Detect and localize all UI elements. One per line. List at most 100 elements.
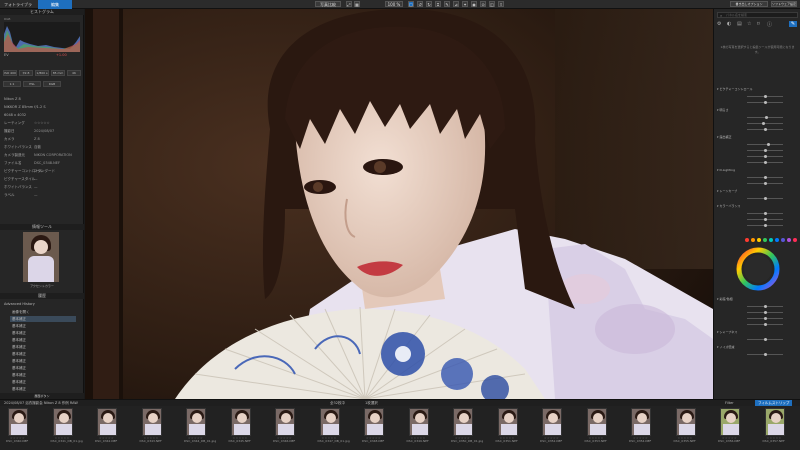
info-button-iso[interactable]: ISO 400 bbox=[3, 70, 17, 76]
color-swatch[interactable] bbox=[757, 238, 761, 242]
color-swatch[interactable] bbox=[775, 238, 779, 242]
color-swatch[interactable] bbox=[769, 238, 773, 242]
filmstrip-thumbnail[interactable] bbox=[141, 408, 162, 436]
rotate-right-icon[interactable]: ↻ bbox=[426, 1, 432, 7]
color-swatch[interactable] bbox=[751, 238, 755, 242]
slider-knob[interactable] bbox=[763, 101, 767, 104]
slider-knob[interactable] bbox=[767, 143, 771, 146]
filmstrip-thumbnail[interactable] bbox=[8, 408, 28, 436]
software-settings-button[interactable]: ソフトウェア設定 bbox=[771, 1, 797, 7]
color-swatch[interactable] bbox=[781, 238, 785, 242]
color-picker-icon[interactable]: ⊙ bbox=[480, 1, 486, 7]
adjust-slider[interactable] bbox=[747, 212, 783, 215]
filmstrip-thumbnail[interactable] bbox=[631, 408, 651, 436]
rotate-left-icon[interactable]: ↺ bbox=[417, 1, 423, 7]
section-header[interactable]: ▾ ノイズ低減 bbox=[717, 345, 798, 350]
slider-knob[interactable] bbox=[763, 338, 767, 341]
adjust-slider[interactable] bbox=[747, 305, 783, 308]
filmstrip-thumbnail[interactable] bbox=[408, 408, 429, 436]
slider-knob[interactable] bbox=[763, 161, 767, 164]
tab-photo-library[interactable]: フォトライブラリ bbox=[0, 0, 38, 16]
info-icon[interactable]: ⓘ bbox=[767, 21, 772, 28]
filmstrip-thumbnail[interactable] bbox=[186, 408, 206, 436]
adjust-icon[interactable]: ⚙ bbox=[717, 21, 721, 27]
adjust-slider[interactable] bbox=[747, 182, 783, 185]
filmstrip-thumbnail[interactable] bbox=[497, 408, 518, 436]
section-header[interactable]: ▾ 彩度/色相 bbox=[717, 297, 798, 302]
slider-knob[interactable] bbox=[763, 197, 767, 200]
filmstrip-thumbnail[interactable] bbox=[586, 408, 607, 436]
filmstrip-thumbnail[interactable] bbox=[275, 408, 295, 436]
slider-knob[interactable] bbox=[763, 323, 767, 326]
section-header[interactable]: ▾ シャープネス bbox=[717, 330, 798, 335]
filmstrip-thumbnail[interactable] bbox=[764, 408, 785, 436]
zoom-select[interactable]: 100 % bbox=[385, 1, 403, 7]
export-icon[interactable]: ⇪ bbox=[498, 1, 504, 7]
slider-knob[interactable] bbox=[765, 116, 769, 119]
single-view-icon[interactable]: □ bbox=[408, 1, 414, 7]
history-item[interactable]: 基本補正 bbox=[10, 323, 76, 329]
section-header[interactable]: ▾ D-Lighting bbox=[717, 168, 798, 173]
history-item[interactable]: 基本補正 bbox=[10, 351, 76, 357]
adjust-slider[interactable] bbox=[747, 224, 783, 227]
adjust-slider[interactable] bbox=[747, 122, 783, 125]
slider-knob[interactable] bbox=[763, 305, 767, 308]
color-icon[interactable]: ◐ bbox=[727, 21, 731, 27]
color-swatch[interactable] bbox=[787, 238, 791, 242]
fit-icon[interactable]: ⤢ bbox=[346, 1, 352, 7]
slider-knob[interactable] bbox=[763, 311, 767, 314]
slider-knob[interactable] bbox=[763, 176, 767, 179]
compare-mode-button[interactable]: 写真比較 bbox=[315, 1, 341, 7]
adjust-slider[interactable] bbox=[747, 311, 783, 314]
history-item[interactable]: 基本補正 bbox=[10, 365, 76, 371]
adjust-slider[interactable] bbox=[747, 128, 783, 131]
tab-edit[interactable]: 編集 bbox=[38, 0, 72, 9]
section-header[interactable]: ▾ カラーバランス bbox=[717, 204, 798, 209]
info-button-aperture[interactable]: f/2.8 bbox=[19, 70, 33, 76]
section-header[interactable]: ▾ 露出補正 bbox=[717, 135, 798, 140]
histogram-header[interactable]: ヒストグラム bbox=[0, 9, 84, 15]
section-header[interactable]: ▾ ピクチャーコントロール bbox=[717, 87, 798, 92]
adjust-slider[interactable] bbox=[747, 155, 783, 158]
filmstrip-thumbnail[interactable] bbox=[675, 408, 696, 436]
adjust-slider[interactable] bbox=[747, 353, 783, 356]
adjust-slider[interactable] bbox=[747, 116, 783, 119]
retouch-icon[interactable]: ✦ bbox=[462, 1, 468, 7]
slider-knob[interactable] bbox=[763, 218, 767, 221]
grid-icon[interactable]: ▦ bbox=[354, 1, 360, 7]
edit-tool-icon[interactable]: ✎ bbox=[789, 21, 797, 27]
info-button-focal[interactable]: 85 mm bbox=[51, 70, 65, 76]
history-item[interactable]: 画像を開く bbox=[10, 309, 76, 315]
crop-icon[interactable]: ⌗ bbox=[435, 1, 441, 7]
history-header[interactable]: 履歴 bbox=[0, 293, 84, 299]
layers-icon[interactable]: ▤ bbox=[737, 21, 742, 27]
slider-knob[interactable] bbox=[763, 212, 767, 215]
filmstrip-thumbnail[interactable] bbox=[52, 408, 73, 436]
filmstrip-thumbnail[interactable] bbox=[319, 408, 340, 436]
star-icon[interactable]: ☆ bbox=[747, 21, 751, 27]
filmstrip-thumbnail[interactable] bbox=[97, 408, 117, 436]
adjust-slider[interactable] bbox=[747, 218, 783, 221]
adjust-slider[interactable] bbox=[747, 323, 783, 326]
slider-knob[interactable] bbox=[763, 182, 767, 185]
adjust-slider[interactable] bbox=[747, 197, 783, 200]
adjust-slider[interactable] bbox=[747, 143, 783, 146]
color-swatch[interactable] bbox=[763, 238, 767, 242]
history-item[interactable]: 基本補正 bbox=[10, 372, 76, 378]
view-rgb-button[interactable]: RGB bbox=[43, 81, 61, 87]
adjust-slider[interactable] bbox=[747, 161, 783, 164]
adjust-slider[interactable] bbox=[747, 317, 783, 320]
history-item[interactable]: 基本補正 bbox=[10, 386, 76, 392]
adjust-slider[interactable] bbox=[747, 338, 783, 341]
panel-search-input[interactable]: ⌕ パネル名を検索 bbox=[717, 12, 798, 18]
export-options-button[interactable]: 書き出しオプション bbox=[730, 1, 768, 7]
section-header[interactable]: ▾ トーンカーブ bbox=[717, 189, 798, 194]
preview-thumbnail[interactable] bbox=[23, 232, 59, 282]
slider-knob[interactable] bbox=[763, 353, 767, 356]
color-wheel[interactable] bbox=[736, 247, 780, 291]
history-item[interactable]: 基本補正 bbox=[10, 379, 76, 385]
adjust-slider[interactable] bbox=[747, 95, 783, 98]
slider-knob[interactable] bbox=[763, 155, 767, 158]
tag-icon[interactable]: ⌑ bbox=[757, 21, 760, 27]
slider-knob[interactable] bbox=[763, 317, 767, 320]
